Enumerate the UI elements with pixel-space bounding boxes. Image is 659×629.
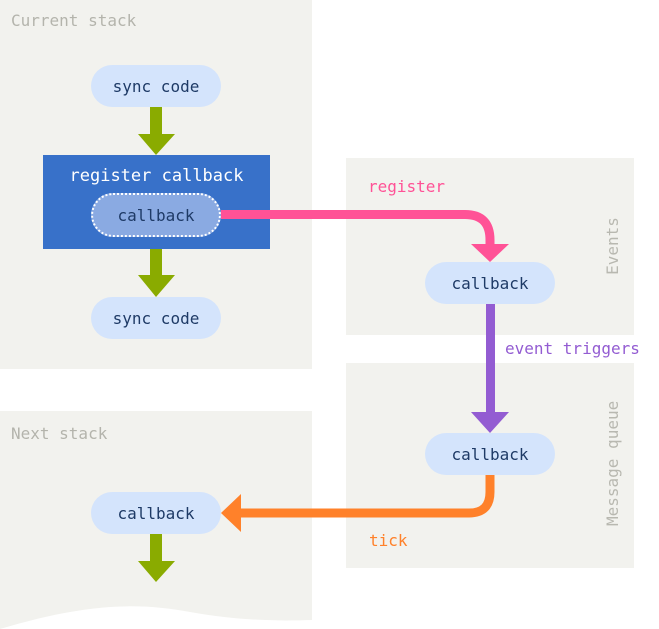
register-inner-callback-node: callback <box>91 193 221 237</box>
event-triggers-arrow <box>471 304 509 433</box>
flow-arrow-3 <box>138 534 175 582</box>
queue-callback-node: callback <box>425 433 555 475</box>
sync-code-node-top: sync code <box>91 65 221 107</box>
flow-arrow-2 <box>138 249 175 297</box>
next-callback-node: callback <box>91 492 221 534</box>
sync-code-node-bottom: sync code <box>91 297 221 339</box>
register-label: register <box>368 177 446 196</box>
tick-arrow <box>221 475 495 532</box>
flow-arrow-1 <box>138 107 175 155</box>
events-callback-node: callback <box>425 262 555 304</box>
event-triggers-label: event triggers <box>505 339 640 358</box>
register-arrow <box>221 210 509 262</box>
tick-label: tick <box>369 531 408 550</box>
